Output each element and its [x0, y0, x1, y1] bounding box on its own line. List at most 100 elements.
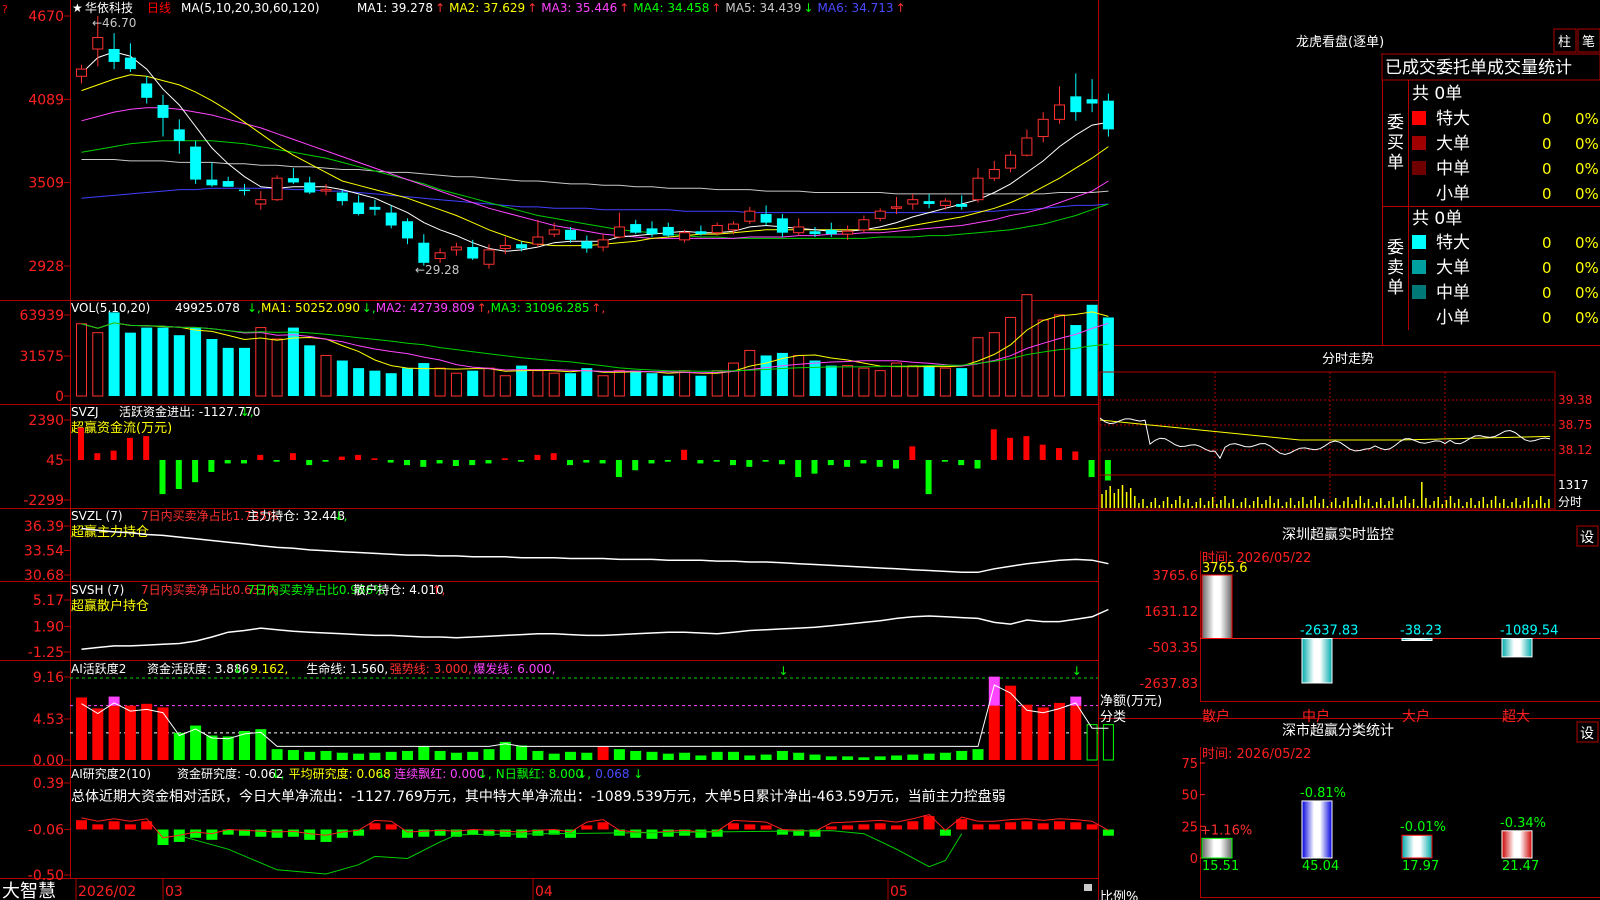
sell-row-name: 特大: [1436, 233, 1470, 253]
candle[interactable]: [499, 236, 511, 255]
svzj-bar: [192, 460, 199, 483]
candle[interactable]: [385, 205, 397, 229]
candle[interactable]: [287, 168, 299, 184]
candle[interactable]: [939, 198, 951, 210]
ai-research-bar: [1102, 829, 1114, 836]
candle[interactable]: [760, 205, 772, 226]
candle[interactable]: [613, 212, 625, 239]
ai-active-burst: 爆发线: 6.000,: [473, 661, 555, 676]
svzj-bar: [469, 460, 476, 466]
ai-active-bar: [613, 749, 625, 760]
vol-bar: [402, 368, 413, 396]
candle[interactable]: [776, 214, 788, 237]
candle[interactable]: [222, 176, 234, 187]
candle[interactable]: [336, 189, 348, 206]
candle[interactable]: [353, 195, 365, 216]
ai-active-bar: [1070, 705, 1082, 760]
vol-bar: [1086, 304, 1098, 396]
buy-swatch: [1412, 111, 1426, 125]
candle[interactable]: [923, 193, 935, 209]
candle[interactable]: [124, 43, 136, 72]
candle[interactable]: [157, 94, 169, 137]
svg-text:委: 委: [1387, 238, 1404, 258]
ai-research-arrow-4: ↓,: [577, 767, 591, 781]
candle[interactable]: [304, 176, 316, 194]
ai-research-bar: [271, 829, 283, 838]
stats-tick: 75: [1181, 757, 1198, 772]
stats-bar: [1501, 830, 1533, 859]
svzj-bar: [534, 454, 541, 461]
tab-volume-stats[interactable]: 成交量统计: [1487, 58, 1572, 78]
stats-bar: [1201, 837, 1233, 859]
ai-active-bar: [467, 751, 479, 760]
period-label[interactable]: 日线: [147, 1, 171, 15]
candle[interactable]: [581, 235, 593, 253]
ai-active-bar: [581, 752, 593, 760]
candle[interactable]: [467, 239, 479, 260]
svg-text:单: 单: [1387, 278, 1404, 298]
star-icon[interactable]: ★: [72, 1, 83, 15]
candle[interactable]: [190, 140, 202, 184]
vol-bar: [157, 327, 169, 396]
svzj-bar: [518, 460, 525, 462]
candle[interactable]: [239, 183, 250, 196]
candle[interactable]: [532, 219, 544, 248]
ai-research-bar: [1070, 822, 1082, 830]
monitor-value-label: -2637.83: [1300, 624, 1358, 639]
candle[interactable]: [793, 218, 805, 236]
candle[interactable]: [271, 175, 283, 202]
axis-tick: 30.68: [24, 568, 64, 584]
candle[interactable]: [662, 222, 674, 237]
lock-icon[interactable]: [1084, 884, 1092, 891]
candle[interactable]: [874, 208, 886, 222]
high-price-mark: ←46.70: [92, 16, 136, 30]
tab-orders[interactable]: 委托单: [1436, 58, 1487, 78]
axis-tick: 0.00: [33, 753, 64, 769]
candle[interactable]: [1070, 73, 1082, 121]
svg-text:买: 买: [1387, 133, 1404, 153]
candle[interactable]: [1086, 79, 1098, 113]
candle[interactable]: [597, 234, 609, 252]
candle[interactable]: [76, 64, 87, 84]
candle[interactable]: [320, 183, 332, 196]
candle[interactable]: [1054, 86, 1065, 124]
candle[interactable]: [858, 215, 870, 233]
candle[interactable]: [1021, 129, 1033, 157]
candle[interactable]: [206, 162, 218, 187]
candle[interactable]: [907, 193, 919, 210]
candle[interactable]: [369, 199, 381, 216]
candle[interactable]: [108, 33, 120, 70]
candle[interactable]: [630, 219, 642, 235]
ai-active-bar: [255, 729, 267, 760]
candle[interactable]: [434, 248, 446, 263]
ai-research-bar: [597, 822, 609, 830]
candle[interactable]: [450, 242, 462, 256]
candle[interactable]: [988, 160, 1000, 182]
candle[interactable]: [842, 225, 854, 240]
svzj-bar: [126, 437, 133, 461]
candle[interactable]: [418, 234, 430, 266]
candle[interactable]: [744, 206, 756, 225]
date-tick: 05: [890, 884, 908, 900]
svzj-bar: [990, 429, 997, 461]
sz-monitor-title: 深圳超赢实时监控: [1282, 526, 1394, 543]
candle[interactable]: [695, 225, 707, 236]
candle[interactable]: [483, 244, 495, 269]
tab-executed[interactable]: 已成交: [1385, 58, 1436, 78]
candle[interactable]: [1102, 93, 1114, 137]
candle[interactable]: [1037, 112, 1049, 143]
monitor-tick: -503.35: [1148, 641, 1198, 656]
candle[interactable]: [141, 76, 153, 104]
candle[interactable]: [1005, 150, 1017, 173]
svzj-bar: [664, 460, 671, 462]
vol-bar: [320, 354, 332, 397]
candle[interactable]: [972, 168, 984, 203]
lhb-title: 龙虎看盘(逐单): [1296, 34, 1384, 50]
svzj-bar: [762, 460, 769, 462]
stats-change-label: -0.34%: [1500, 816, 1546, 831]
candle[interactable]: [173, 119, 185, 154]
candle[interactable]: [402, 218, 413, 245]
candle[interactable]: [255, 191, 267, 210]
ma30-line: [81, 140, 1109, 239]
candle[interactable]: [891, 196, 902, 215]
